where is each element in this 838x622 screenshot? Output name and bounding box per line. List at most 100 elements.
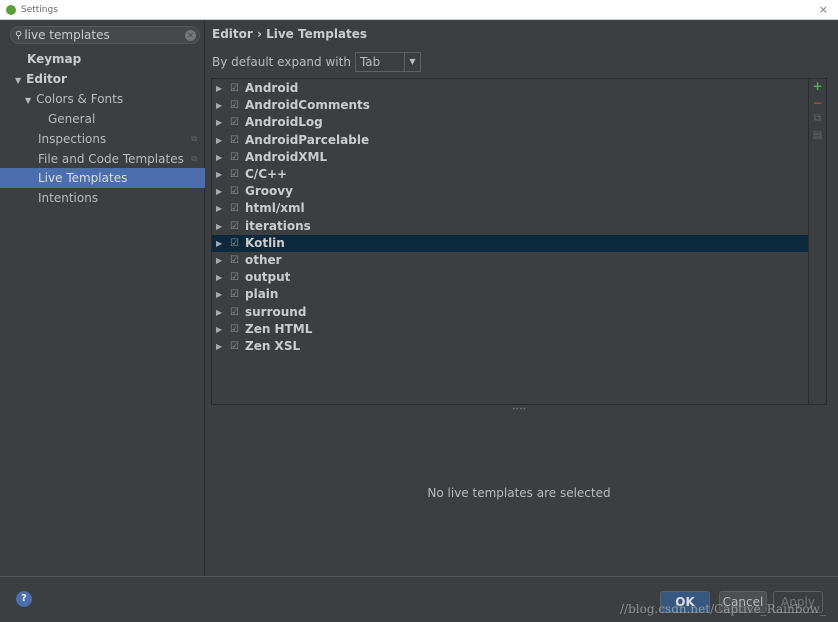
template-group-row[interactable]: ▶ ☑ plain — [212, 286, 808, 303]
expand-key-select[interactable]: Tab ▼ — [354, 52, 421, 72]
clear-search-icon[interactable]: ✕ — [185, 30, 196, 41]
remove-icon[interactable]: − — [809, 96, 826, 113]
checkbox-icon[interactable]: ☑ — [230, 235, 242, 252]
sidebar-item-label: File and Code Templates — [38, 152, 184, 166]
checkbox-icon[interactable]: ☑ — [230, 269, 242, 286]
template-group-row[interactable]: ▶ ☑ other — [212, 252, 808, 269]
expand-arrow-icon[interactable]: ▶ — [216, 200, 230, 217]
expand-arrow-icon[interactable]: ▼ — [25, 96, 31, 105]
checkbox-icon[interactable]: ☑ — [230, 218, 242, 235]
sidebar-item-keymap[interactable]: Keymap — [0, 49, 205, 69]
sidebar-item-live-templates[interactable]: Live Templates — [0, 168, 205, 188]
sidebar-item-label: General — [48, 112, 96, 126]
template-group-row[interactable]: ▶ ☑ AndroidParcelable — [212, 132, 808, 149]
chevron-down-icon[interactable]: ▼ — [403, 53, 420, 71]
dialog-footer: ? OK Cancel Apply //blog.csdn.net/Captiv… — [0, 576, 838, 622]
help-icon[interactable]: ? — [16, 591, 32, 607]
checkbox-icon[interactable]: ☑ — [230, 183, 242, 200]
template-group-row[interactable]: ▶ ☑ Groovy — [212, 183, 808, 200]
empty-message: No live templates are selected — [427, 486, 611, 500]
splitter-handle[interactable]: •••• — [512, 406, 526, 413]
template-group-row[interactable]: ▶ ☑ AndroidXML — [212, 149, 808, 166]
expand-arrow-icon[interactable]: ▶ — [216, 286, 230, 303]
template-group-row[interactable]: ▶ ☑ html/xml — [212, 200, 808, 217]
checkbox-icon[interactable]: ☑ — [230, 338, 242, 355]
group-label: AndroidParcelable — [245, 132, 370, 147]
sidebar-item-label: Intentions — [38, 191, 99, 205]
expand-arrow-icon[interactable]: ▶ — [216, 166, 230, 183]
group-label: output — [245, 270, 291, 285]
sidebar-item-colors-fonts[interactable]: ▼ Colors & Fonts — [0, 89, 205, 109]
restore-icon[interactable]: ▤ — [809, 130, 826, 147]
sidebar-item-label: Keymap — [27, 52, 82, 66]
search-icon: ⚲ — [15, 29, 23, 41]
copy-icon[interactable]: ⧉ — [809, 113, 826, 130]
group-label: surround — [245, 304, 307, 319]
ok-button[interactable]: OK — [660, 591, 710, 613]
app-logo-icon — [6, 4, 16, 15]
group-label: iterations — [245, 218, 311, 233]
expand-arrow-icon[interactable]: ▶ — [216, 304, 230, 321]
expand-arrow-icon[interactable]: ▶ — [216, 269, 230, 286]
expand-arrow-icon[interactable]: ▼ — [15, 76, 21, 85]
checkbox-icon[interactable]: ☑ — [230, 321, 242, 338]
expand-arrow-icon[interactable]: ▶ — [216, 97, 230, 114]
project-scope-icon: ⧉ — [191, 134, 197, 143]
checkbox-icon[interactable]: ☑ — [230, 252, 242, 269]
expand-arrow-icon[interactable]: ▶ — [216, 183, 230, 200]
cancel-button[interactable]: Cancel — [719, 591, 767, 613]
template-group-row[interactable]: ▶ ☑ iterations — [212, 218, 808, 235]
search-input[interactable]: ⚲ live templates ✕ — [10, 26, 200, 44]
template-details-area: No live templates are selected — [211, 413, 827, 573]
sidebar-item-inspections[interactable]: Inspections ⧉ — [0, 129, 205, 149]
title-bar: Settings × — [0, 0, 838, 20]
add-icon[interactable]: + — [809, 79, 826, 96]
group-label: Zen XSL — [245, 339, 301, 353]
checkbox-icon[interactable]: ☑ — [230, 304, 242, 321]
template-group-row[interactable]: ▶ ☑ surround — [212, 304, 808, 321]
group-label: Zen HTML — [245, 321, 313, 336]
template-group-row[interactable]: ▶ ☑ output — [212, 269, 808, 286]
checkbox-icon[interactable]: ☑ — [230, 114, 242, 131]
expand-arrow-icon[interactable]: ▶ — [216, 149, 230, 166]
group-label: html/xml — [245, 201, 305, 216]
expand-arrow-icon[interactable]: ▶ — [216, 338, 230, 355]
checkbox-icon[interactable]: ☑ — [230, 132, 242, 149]
group-label: Groovy — [245, 184, 293, 199]
checkbox-icon[interactable]: ☑ — [230, 200, 242, 217]
sidebar-item-editor[interactable]: ▼ Editor — [0, 69, 205, 89]
settings-sidebar: ⚲ live templates ✕ Keymap ▼ Editor ▼ Color… — [0, 21, 205, 576]
checkbox-icon[interactable]: ☑ — [230, 166, 242, 183]
expand-label: By default expand with — [212, 55, 351, 69]
sidebar-item-intentions[interactable]: Intentions — [0, 188, 205, 208]
template-group-row[interactable]: ▶ ☑ C/C++ — [212, 166, 808, 183]
group-label: AndroidComments — [245, 98, 370, 113]
checkbox-icon[interactable]: ☑ — [230, 149, 242, 166]
sidebar-item-general[interactable]: General — [0, 109, 205, 129]
expand-arrow-icon[interactable]: ▶ — [216, 252, 230, 269]
template-group-row[interactable]: ▶ ☑ AndroidLog — [212, 114, 808, 131]
template-group-row[interactable]: ▶ ☑ Android — [212, 80, 808, 97]
template-group-row[interactable]: ▶ ☑ Zen HTML — [212, 321, 808, 338]
tree-toolbar: + − ⧉ ▤ — [809, 78, 827, 405]
close-icon[interactable]: × — [819, 3, 828, 16]
expand-arrow-icon[interactable]: ▶ — [216, 132, 230, 149]
template-group-row[interactable]: ▶ ☑ AndroidComments — [212, 97, 808, 114]
expand-arrow-icon[interactable]: ▶ — [216, 235, 230, 252]
expand-arrow-icon[interactable]: ▶ — [216, 80, 230, 97]
template-group-row[interactable]: ▶ ☑ Kotlin — [212, 234, 808, 252]
sidebar-item-label: Inspections — [38, 132, 107, 146]
apply-button[interactable]: Apply — [773, 591, 823, 613]
expand-arrow-icon[interactable]: ▶ — [216, 321, 230, 338]
group-label: Kotlin — [245, 235, 285, 250]
group-label: plain — [245, 287, 279, 302]
expand-arrow-icon[interactable]: ▶ — [216, 114, 230, 131]
checkbox-icon[interactable]: ☑ — [230, 80, 242, 97]
checkbox-icon[interactable]: ☑ — [230, 97, 242, 114]
sidebar-item-file-code-templates[interactable]: File and Code Templates ⧉ — [0, 149, 205, 169]
expand-setting: By default expand with Tab ▼ — [212, 52, 421, 72]
checkbox-icon[interactable]: ☑ — [230, 286, 242, 303]
template-group-row[interactable]: ▶ ☑ Zen XSL — [212, 338, 808, 355]
group-label: C/C++ — [245, 167, 288, 181]
expand-arrow-icon[interactable]: ▶ — [216, 218, 230, 235]
